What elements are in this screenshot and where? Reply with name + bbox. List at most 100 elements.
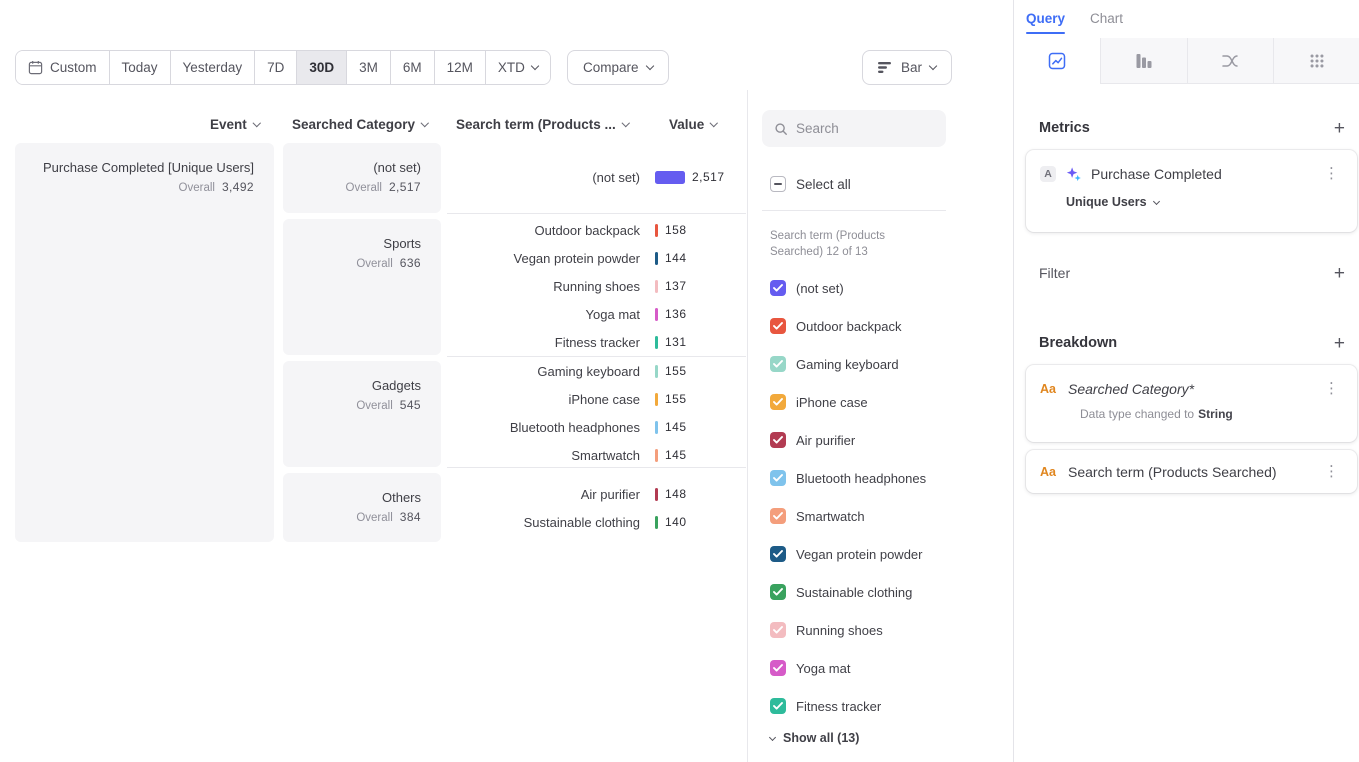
- filter-item-label: Fitness tracker: [796, 699, 881, 714]
- overall-label: Overall: [356, 258, 392, 270]
- date-range-12m[interactable]: 12M: [434, 51, 485, 84]
- kebab-menu-icon[interactable]: ⋮: [1320, 462, 1343, 481]
- chevron-down-icon: [622, 119, 630, 127]
- date-range-6m[interactable]: 6M: [390, 51, 434, 84]
- checkbox[interactable]: [770, 508, 786, 524]
- checkbox[interactable]: [770, 660, 786, 676]
- filter-item-running-shoes[interactable]: Running shoes: [770, 611, 960, 649]
- select-all-label: Select all: [796, 177, 851, 192]
- report-tab-retention[interactable]: [1273, 38, 1359, 84]
- chevron-down-icon: [769, 733, 776, 740]
- term-row-iphone-case: iPhone case155: [447, 385, 752, 413]
- report-tab-flows[interactable]: [1187, 38, 1274, 84]
- row-group-divider: [447, 467, 746, 468]
- bar-chart-icon: [878, 61, 893, 74]
- column-header-category[interactable]: Searched Category: [292, 117, 428, 132]
- term-label: iPhone case: [447, 392, 640, 407]
- search-icon: [774, 122, 788, 136]
- event-cell[interactable]: Purchase Completed [Unique Users] Overal…: [15, 143, 274, 542]
- select-all-checkbox[interactable]: [770, 176, 786, 192]
- tab-query[interactable]: Query: [1026, 11, 1065, 26]
- checkbox[interactable]: [770, 356, 786, 372]
- filter-list-title: Search term (Products Searched) 12 of 13: [770, 228, 922, 260]
- add-breakdown-button[interactable]: +: [1334, 334, 1345, 353]
- filter-item-yoga-mat[interactable]: Yoga mat: [770, 649, 960, 687]
- search-box[interactable]: [762, 110, 946, 147]
- category-cell-others[interactable]: OthersOverall384: [283, 473, 441, 542]
- filter-item-label: iPhone case: [796, 395, 868, 410]
- filter-item-fitness-tracker[interactable]: Fitness tracker: [770, 687, 960, 725]
- term-filter-list: (not set) Outdoor backpack Gaming keyboard…: [770, 269, 960, 725]
- custom-date-button[interactable]: Custom: [16, 51, 109, 84]
- filter-item-sustainable-clothing[interactable]: Sustainable clothing: [770, 573, 960, 611]
- chevron-down-icon: [421, 119, 429, 127]
- term-label: Yoga mat: [447, 307, 640, 322]
- term-row-not-set: (not set)2,517: [447, 163, 752, 191]
- term-row-running-shoes: Running shoes137: [447, 272, 752, 300]
- report-tab-insights[interactable]: [1014, 38, 1100, 84]
- date-range-30d[interactable]: 30D: [296, 51, 346, 84]
- filter-item-air-purifier[interactable]: Air purifier: [770, 421, 960, 459]
- compare-button[interactable]: Compare: [567, 50, 669, 85]
- date-range-yesterday[interactable]: Yesterday: [170, 51, 255, 84]
- chevron-down-icon: [710, 119, 718, 127]
- term-value: 136: [665, 307, 687, 321]
- category-overall: Overall636: [293, 256, 421, 270]
- value-bar: [655, 224, 658, 237]
- add-filter-button[interactable]: +: [1334, 264, 1345, 283]
- search-input[interactable]: [796, 121, 926, 136]
- category-cell-gadgets[interactable]: GadgetsOverall545: [283, 361, 441, 467]
- kebab-menu-icon[interactable]: ⋮: [1320, 379, 1343, 398]
- metric-card[interactable]: A Purchase Completed ⋮ Unique Users: [1026, 150, 1357, 232]
- filter-item-not-set[interactable]: (not set): [770, 269, 960, 307]
- column-header-event[interactable]: Event: [210, 117, 259, 132]
- category-overall: Overall545: [293, 398, 421, 412]
- date-range-7d[interactable]: 7D: [254, 51, 296, 84]
- checkbox[interactable]: [770, 546, 786, 562]
- filter-item-label: Air purifier: [796, 433, 855, 448]
- filter-item-outdoor-backpack[interactable]: Outdoor backpack: [770, 307, 960, 345]
- breakdown-card-search-term[interactable]: Aa Search term (Products Searched) ⋮: [1026, 450, 1357, 493]
- overall-value: 384: [400, 510, 421, 524]
- breakdown-card-searched-category[interactable]: Aa Searched Category* ⋮ Data type change…: [1026, 365, 1357, 442]
- checkbox[interactable]: [770, 394, 786, 410]
- calendar-icon: [28, 60, 43, 75]
- filter-item-label: Sustainable clothing: [796, 585, 912, 600]
- category-cell-not-set[interactable]: (not set)Overall2,517: [283, 143, 441, 213]
- date-range-3m[interactable]: 3M: [346, 51, 390, 84]
- kebab-menu-icon[interactable]: ⋮: [1320, 164, 1343, 183]
- column-header-value[interactable]: Value: [669, 117, 717, 132]
- filter-item-smartwatch[interactable]: Smartwatch: [770, 497, 960, 535]
- category-name: Others: [293, 490, 421, 505]
- checkbox[interactable]: [770, 318, 786, 334]
- checkbox[interactable]: [770, 470, 786, 486]
- term-label: Outdoor backpack: [447, 223, 640, 238]
- filter-item-bluetooth-headphones[interactable]: Bluetooth headphones: [770, 459, 960, 497]
- date-range-today[interactable]: Today: [109, 51, 170, 84]
- checkbox[interactable]: [770, 280, 786, 296]
- show-all-button[interactable]: Show all (13): [770, 731, 859, 745]
- filter-item-label: Outdoor backpack: [796, 319, 902, 334]
- report-tab-funnels[interactable]: [1100, 38, 1187, 84]
- checkbox[interactable]: [770, 622, 786, 638]
- checkbox[interactable]: [770, 432, 786, 448]
- query-panel: Query Chart: [1013, 0, 1359, 762]
- select-all[interactable]: Select all: [770, 173, 851, 195]
- value-bar: [655, 171, 685, 184]
- term-value: 137: [665, 279, 687, 293]
- filter-item-gaming-keyboard[interactable]: Gaming keyboard: [770, 345, 960, 383]
- category-cell-sports[interactable]: SportsOverall636: [283, 219, 441, 355]
- retention-icon: [1308, 52, 1326, 70]
- checkbox[interactable]: [770, 584, 786, 600]
- filter-item-iphone-case[interactable]: iPhone case: [770, 383, 960, 421]
- checkbox[interactable]: [770, 698, 786, 714]
- filter-item-vegan-protein-powder[interactable]: Vegan protein powder: [770, 535, 960, 573]
- filter-item-label: Yoga mat: [796, 661, 850, 676]
- chart-type-button[interactable]: Bar: [862, 50, 952, 85]
- date-range-xtd-dropdown[interactable]: XTD: [485, 51, 550, 84]
- metrics-header: Metrics +: [1039, 118, 1345, 138]
- tab-chart[interactable]: Chart: [1090, 11, 1123, 26]
- column-header-term[interactable]: Search term (Products ...: [456, 117, 628, 132]
- aggregation-selector[interactable]: Unique Users: [1066, 195, 1357, 209]
- add-metric-button[interactable]: +: [1334, 119, 1345, 138]
